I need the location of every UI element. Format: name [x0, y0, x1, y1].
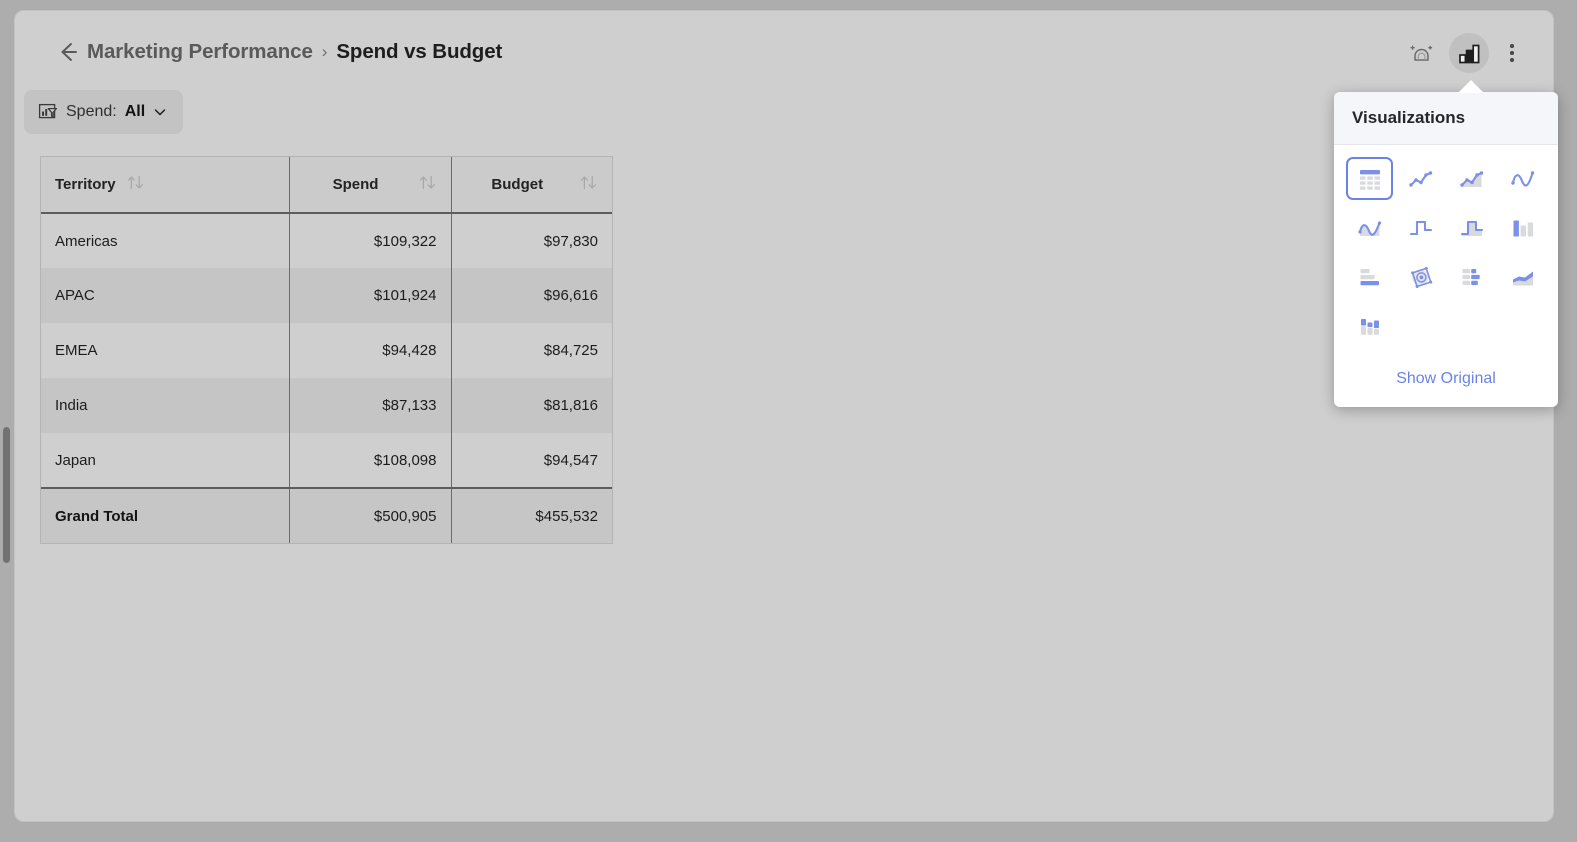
area-line-chart-icon [1459, 170, 1483, 187]
breadcrumb-separator: › [321, 42, 328, 61]
viz-option-grouped-column-chart[interactable] [1346, 304, 1393, 347]
column-header-label: Budget [491, 176, 544, 193]
cell-territory: Americas [41, 213, 289, 268]
step-line-chart-icon [1409, 220, 1432, 235]
viz-option-spline-chart[interactable] [1499, 157, 1546, 200]
table-row[interactable]: India $87,133 $81,816 [41, 378, 612, 433]
spline-chart-icon [1510, 170, 1534, 187]
breadcrumb-root[interactable]: Marketing Performance [87, 40, 313, 64]
chart-filter-icon [38, 102, 58, 122]
spline-area-chart-icon [1357, 220, 1381, 236]
data-table-container: Territory Spend Budget Americas $109,322… [40, 156, 613, 544]
pie-chart-icon [1410, 266, 1432, 288]
more-options-icon[interactable] [1497, 33, 1527, 73]
filter-chip-label: Spend: [66, 103, 117, 120]
cell-territory: Japan [41, 433, 289, 488]
viz-option-step-line-chart[interactable] [1397, 206, 1444, 249]
kebab-dots [1510, 44, 1514, 62]
cell-territory: EMEA [41, 323, 289, 378]
viz-option-spline-area-chart[interactable] [1346, 206, 1393, 249]
table-header-row: Territory Spend Budget [41, 157, 612, 214]
visualizations-panel-title: Visualizations [1334, 92, 1558, 145]
viz-option-line-chart[interactable] [1397, 157, 1444, 200]
column-chart-icon [1513, 220, 1533, 236]
cell-territory: India [41, 378, 289, 433]
scrollbar-thumb[interactable] [3, 427, 10, 563]
cell-spend: $94,428 [288, 323, 451, 378]
viz-option-bar-chart[interactable] [1346, 255, 1393, 298]
sort-toggle-icon[interactable] [418, 174, 437, 195]
vertical-scrollbar[interactable] [2, 0, 11, 842]
column-header-territory[interactable]: Territory [41, 157, 289, 214]
cell-territory: APAC [41, 268, 289, 323]
grouped-column-chart-icon [1360, 318, 1379, 335]
sort-toggle-icon[interactable] [579, 174, 598, 195]
viz-option-area-line-chart[interactable] [1448, 157, 1495, 200]
app-root: Marketing Performance › Spend vs Budget [0, 0, 1577, 842]
viz-option-column-chart[interactable] [1499, 206, 1546, 249]
ai-insights-icon[interactable] [1401, 33, 1441, 73]
cell-budget: $81,816 [450, 378, 612, 433]
visualizations-icon[interactable] [1449, 33, 1489, 73]
table-row[interactable]: Japan $108,098 $94,547 [41, 433, 612, 488]
column-header-spend[interactable]: Spend [288, 157, 451, 214]
line-chart-icon [1408, 170, 1432, 187]
cell-budget: $94,547 [450, 433, 612, 488]
cell-budget: $84,725 [450, 323, 612, 378]
visualizations-panel-footer: Show Original [1334, 351, 1558, 407]
arrow-left-icon[interactable] [53, 37, 83, 67]
table-row[interactable]: Americas $109,322 $97,830 [41, 213, 612, 268]
cell-budget: $455,532 [450, 487, 612, 543]
table-body: Americas $109,322 $97,830 APAC $101,924 … [41, 213, 612, 543]
content-card: Marketing Performance › Spend vs Budget [14, 10, 1558, 822]
visualizations-panel: Visualizations Show Original [1334, 92, 1558, 407]
cell-spend: $87,133 [288, 378, 451, 433]
show-original-link[interactable]: Show Original [1396, 370, 1496, 388]
filter-chip-spend[interactable]: Spend: All [24, 90, 184, 134]
table-row-grand-total: Grand Total $500,905 $455,532 [41, 487, 612, 543]
viz-option-step-area-chart[interactable] [1448, 206, 1495, 249]
table-row[interactable]: APAC $101,924 $96,616 [41, 268, 612, 323]
cell-budget: $96,616 [450, 268, 612, 323]
data-table: Territory Spend Budget Americas $109,322… [41, 157, 612, 543]
popover-pointer [1458, 80, 1484, 93]
column-header-budget[interactable]: Budget [450, 157, 612, 214]
page-title: Spend vs Budget [336, 40, 503, 63]
table-header: Territory Spend Budget [41, 157, 612, 214]
viz-option-stacked-bar-chart[interactable] [1448, 255, 1495, 298]
cell-spend: $500,905 [288, 487, 451, 543]
cell-territory: Grand Total [41, 487, 289, 543]
stacked-bar-chart-icon [1462, 268, 1480, 285]
breadcrumb: Marketing Performance › Spend vs Budget [87, 35, 502, 69]
filter-chip-value: All [124, 103, 146, 120]
viz-option-table[interactable] [1346, 157, 1393, 200]
cell-spend: $109,322 [288, 213, 451, 268]
column-header-label: Spend [332, 176, 379, 193]
visualization-options-grid [1334, 145, 1558, 351]
stacked-area-chart-icon [1512, 271, 1533, 285]
column-header-label: Territory [55, 176, 116, 193]
table-row[interactable]: EMEA $94,428 $84,725 [41, 323, 612, 378]
step-area-chart-icon [1460, 220, 1483, 236]
page-header: Marketing Performance › Spend vs Budget [15, 11, 1553, 91]
sort-toggle-icon[interactable] [126, 174, 145, 195]
cell-spend: $108,098 [288, 433, 451, 488]
bar-chart-icon [1360, 268, 1379, 285]
table-icon [1359, 169, 1380, 190]
header-actions [1401, 33, 1527, 73]
chevron-down-icon [153, 105, 167, 119]
cell-budget: $97,830 [450, 213, 612, 268]
cell-spend: $101,924 [288, 268, 451, 323]
viz-option-stacked-area-chart[interactable] [1499, 255, 1546, 298]
viz-option-pie-chart[interactable] [1397, 255, 1444, 298]
